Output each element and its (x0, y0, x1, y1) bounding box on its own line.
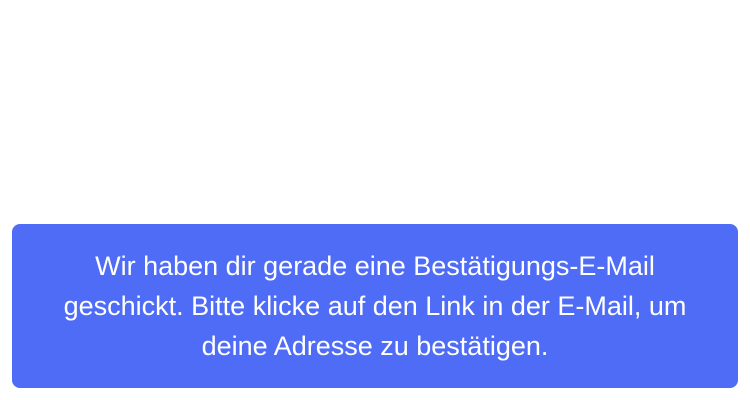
toast-message: Wir haben dir gerade eine Bestätigungs-E… (63, 251, 687, 361)
app-screen: Wir haben dir gerade eine Bestätigungs-E… (0, 0, 750, 400)
confirmation-toast: Wir haben dir gerade eine Bestätigungs-E… (12, 224, 738, 388)
